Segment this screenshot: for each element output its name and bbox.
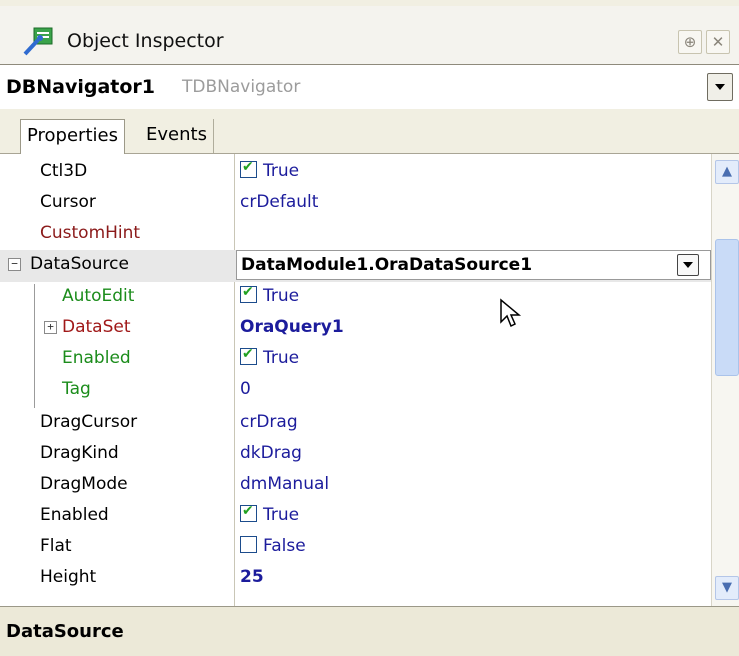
scroll-down-icon[interactable]: ▼ xyxy=(715,576,739,600)
property-row[interactable]: Ctl3D True xyxy=(0,157,711,188)
property-value-text: DataModule1.OraDataSource1 xyxy=(241,255,533,275)
scroll-up-icon[interactable]: ▲ xyxy=(715,160,739,184)
property-value-editor[interactable]: DataModule1.OraDataSource1 xyxy=(236,250,711,280)
property-row[interactable]: DragMode dmManual xyxy=(0,470,711,501)
property-value-text[interactable]: dmManual xyxy=(240,474,329,494)
property-value[interactable]: True xyxy=(240,503,300,525)
scrollbar-thumb[interactable] xyxy=(715,239,739,376)
property-value-text[interactable]: 0 xyxy=(240,379,251,399)
collapse-icon[interactable]: − xyxy=(8,258,21,271)
property-value[interactable]: True xyxy=(240,284,300,306)
property-value-text: True xyxy=(263,286,300,306)
property-row[interactable]: Enabled True xyxy=(0,501,711,532)
checkbox-unchecked-icon[interactable] xyxy=(240,536,257,553)
property-row[interactable]: + DataSet OraQuery1 xyxy=(0,313,711,344)
property-value[interactable]: False xyxy=(240,536,306,556)
property-row[interactable]: Height 25 xyxy=(0,563,711,594)
property-name: DragKind xyxy=(40,443,119,463)
checkbox-checked-icon[interactable] xyxy=(240,503,257,522)
object-inspector-window: Object Inspector ⊕ ✕ DBNavigator1 TDBNav… xyxy=(0,0,739,656)
property-name: Enabled xyxy=(40,505,109,525)
vertical-scrollbar[interactable]: ▲ ▼ xyxy=(711,154,739,606)
property-row[interactable]: AutoEdit True xyxy=(0,282,711,313)
component-type: TDBNavigator xyxy=(182,77,301,97)
component-selector[interactable]: DBNavigator1 TDBNavigator xyxy=(0,64,739,110)
property-name: DataSet xyxy=(62,317,131,337)
chevron-down-icon[interactable] xyxy=(677,254,699,276)
property-row[interactable]: CustomHint xyxy=(0,219,711,250)
property-value-text[interactable]: OraQuery1 xyxy=(240,317,344,337)
status-bar: DataSource xyxy=(0,606,739,656)
property-row[interactable]: DragCursor crDrag xyxy=(0,408,711,439)
tab-bar: Properties Events xyxy=(0,109,739,155)
property-value-text[interactable]: crDrag xyxy=(240,412,298,432)
property-name: CustomHint xyxy=(40,223,141,243)
object-inspector-icon xyxy=(23,27,53,56)
property-grid: Ctl3D True Cursor crDefault CustomHint −… xyxy=(0,154,711,606)
property-row[interactable]: Cursor crDefault xyxy=(0,188,711,219)
close-icon[interactable]: ✕ xyxy=(706,30,730,54)
checkbox-checked-icon[interactable] xyxy=(240,346,257,365)
property-name: Tag xyxy=(62,379,91,399)
property-name: Height xyxy=(40,567,97,587)
checkbox-checked-icon[interactable] xyxy=(240,284,257,303)
property-row[interactable]: Flat False xyxy=(0,532,711,563)
expand-icon[interactable]: + xyxy=(44,321,57,334)
property-row[interactable]: Tag 0 xyxy=(0,375,711,406)
window-title: Object Inspector xyxy=(67,30,224,52)
property-value-text[interactable]: crDefault xyxy=(240,192,318,212)
property-name: Cursor xyxy=(40,192,96,212)
property-value-text: True xyxy=(263,348,300,368)
property-row[interactable]: DragKind dkDrag xyxy=(0,439,711,470)
pin-icon[interactable]: ⊕ xyxy=(678,30,702,54)
property-name: DragMode xyxy=(40,474,128,494)
property-value[interactable]: True xyxy=(240,346,300,368)
property-row[interactable]: Enabled True xyxy=(0,344,711,375)
component-name: DBNavigator1 xyxy=(6,76,156,98)
property-value-text: True xyxy=(263,161,300,181)
checkbox-checked-icon[interactable] xyxy=(240,159,257,178)
property-row-selected[interactable]: − DataSource DataModule1.OraDataSource1 xyxy=(0,250,711,282)
property-name: DataSource xyxy=(30,254,129,274)
tab-properties[interactable]: Properties xyxy=(20,119,125,155)
property-name: DragCursor xyxy=(40,412,138,432)
property-value-text[interactable]: dkDrag xyxy=(240,443,302,463)
tab-events[interactable]: Events xyxy=(140,119,214,153)
property-value-text: True xyxy=(263,505,300,525)
mouse-pointer-icon xyxy=(500,298,522,328)
property-name: Enabled xyxy=(62,348,131,368)
property-value-text[interactable]: 25 xyxy=(240,567,264,587)
property-name: Flat xyxy=(40,536,72,556)
property-value-text: False xyxy=(263,536,306,556)
property-value[interactable]: True xyxy=(240,159,300,181)
property-name: AutoEdit xyxy=(62,286,135,306)
title-bar: Object Inspector ⊕ ✕ xyxy=(0,6,739,64)
chevron-down-icon[interactable] xyxy=(707,73,733,101)
status-property-name: DataSource xyxy=(6,621,124,642)
property-name: Ctl3D xyxy=(40,161,88,181)
